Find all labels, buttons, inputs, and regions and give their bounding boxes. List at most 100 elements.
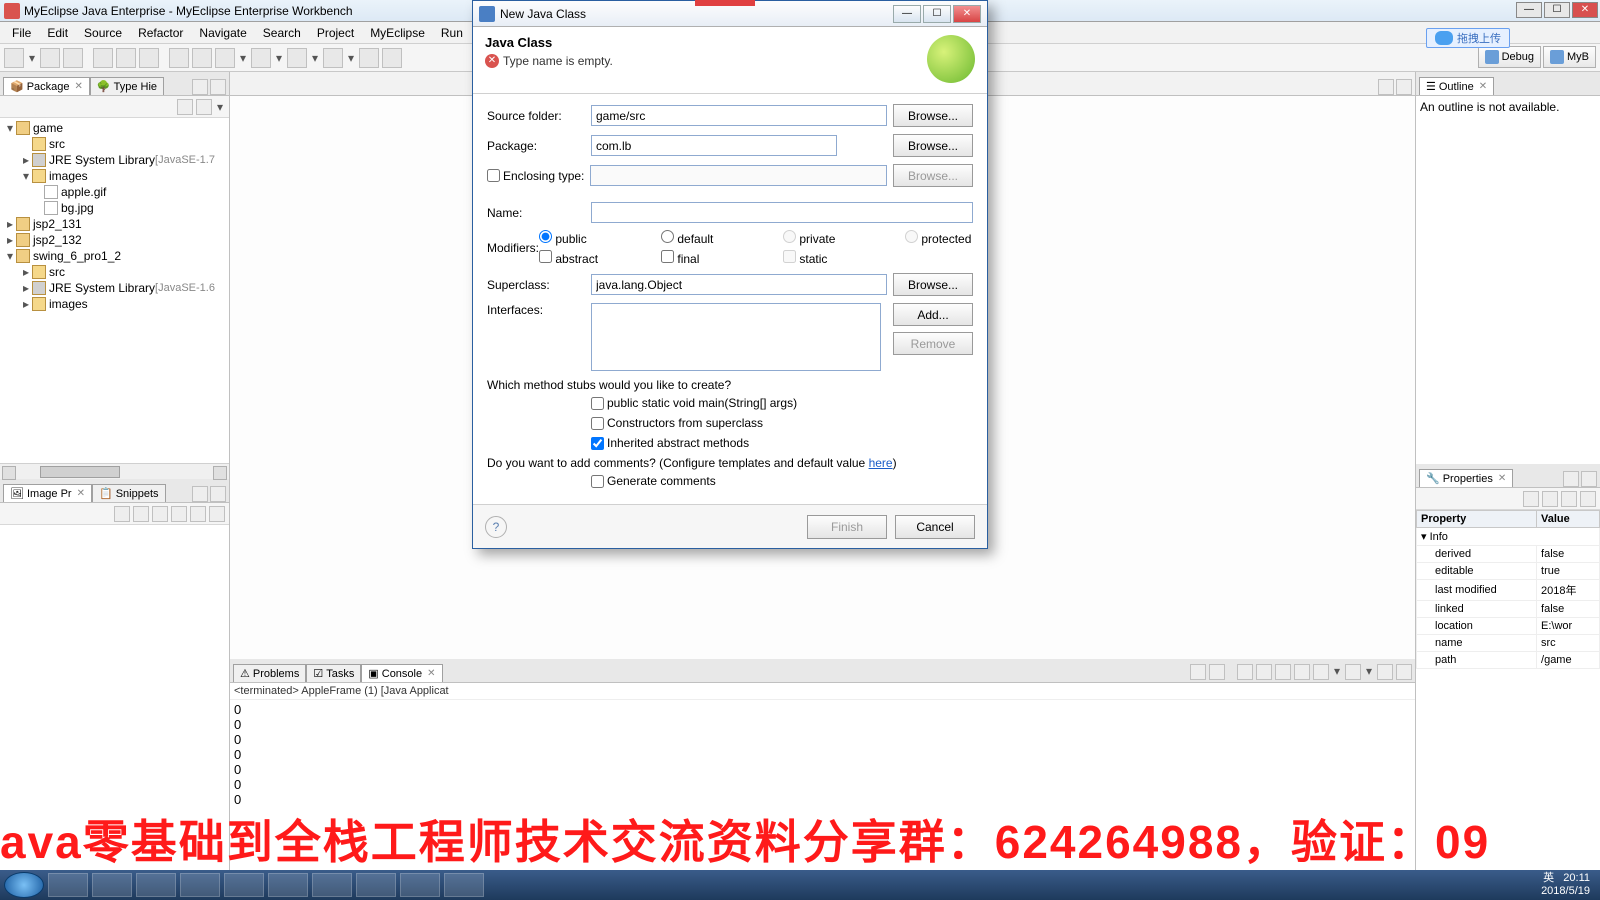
menu-search[interactable]: Search: [255, 26, 309, 40]
view-min-icon[interactable]: [1378, 79, 1394, 95]
tree-item[interactable]: images: [49, 169, 88, 183]
close-icon[interactable]: ✕: [1498, 473, 1506, 484]
zoom-in-icon[interactable]: [171, 506, 187, 522]
remove-launch-icon[interactable]: [1190, 664, 1206, 680]
taskbar-item[interactable]: [48, 873, 88, 897]
checkbox-abstract[interactable]: [539, 250, 552, 263]
close-icon[interactable]: ✕: [75, 81, 83, 92]
toolbar-btn[interactable]: [169, 48, 189, 68]
menu-run[interactable]: Run: [433, 26, 471, 40]
view-max-icon[interactable]: [1396, 79, 1412, 95]
menu-myeclipse[interactable]: MyEclipse: [362, 26, 433, 40]
tool-icon[interactable]: [1523, 491, 1539, 507]
clear-icon[interactable]: [1256, 664, 1272, 680]
toolbar-btn[interactable]: [323, 48, 343, 68]
checkbox-constructors[interactable]: [591, 417, 604, 430]
dropdown-icon[interactable]: ▾: [238, 51, 248, 65]
package-explorer-tree[interactable]: ▾game src ▸JRE System Library [JavaSE-1.…: [0, 118, 229, 463]
tree-item[interactable]: bg.jpg: [61, 201, 94, 215]
dialog-close-button[interactable]: ✕: [953, 5, 981, 23]
taskbar-item[interactable]: [268, 873, 308, 897]
view-min-icon[interactable]: [1563, 471, 1579, 487]
cancel-button[interactable]: Cancel: [895, 515, 975, 539]
checkbox-final[interactable]: [661, 250, 674, 263]
tab-package-explorer[interactable]: 📦Package✕: [3, 77, 90, 95]
tool-icon[interactable]: [114, 506, 130, 522]
scrollbar-h[interactable]: [0, 463, 229, 479]
menu-source[interactable]: Source: [76, 26, 130, 40]
toolbar-btn[interactable]: [359, 48, 379, 68]
tool-icon[interactable]: [190, 506, 206, 522]
tree-item[interactable]: jsp2_131: [33, 217, 82, 231]
taskbar-item[interactable]: [136, 873, 176, 897]
upload-pill[interactable]: 拖拽上传: [1426, 28, 1510, 48]
radio-public[interactable]: [539, 230, 552, 243]
tab-properties[interactable]: 🔧Properties✕: [1419, 469, 1513, 487]
prop-group[interactable]: Info: [1430, 531, 1448, 543]
close-icon[interactable]: ✕: [427, 668, 435, 679]
menu-file[interactable]: File: [4, 26, 39, 40]
menu-refactor[interactable]: Refactor: [130, 26, 191, 40]
tree-item[interactable]: jsp2_132: [33, 233, 82, 247]
input-source-folder[interactable]: [591, 105, 887, 126]
tool-icon[interactable]: [1561, 491, 1577, 507]
tree-item[interactable]: images: [49, 297, 88, 311]
browse-superclass-button[interactable]: Browse...: [893, 273, 973, 296]
toolbar-btn[interactable]: [382, 48, 402, 68]
checkbox-inherited[interactable]: [591, 437, 604, 450]
new-console-icon[interactable]: [1345, 664, 1361, 680]
dropdown-icon[interactable]: ▾: [310, 51, 320, 65]
remove-all-icon[interactable]: [1209, 664, 1225, 680]
dialog-maximize-button[interactable]: ☐: [923, 5, 951, 23]
tray-lang[interactable]: 英: [1543, 872, 1554, 884]
tree-item[interactable]: src: [49, 265, 65, 279]
toolbar-btn[interactable]: [215, 48, 235, 68]
scroll-lock-icon[interactable]: [1237, 664, 1253, 680]
dropdown-icon[interactable]: ▾: [346, 51, 356, 65]
browse-package-button[interactable]: Browse...: [893, 134, 973, 157]
toolbar-btn[interactable]: [251, 48, 271, 68]
tool-icon[interactable]: [209, 506, 225, 522]
taskbar-item[interactable]: [356, 873, 396, 897]
toolbar-btn[interactable]: [93, 48, 113, 68]
close-icon[interactable]: ✕: [1479, 81, 1487, 92]
toolbar-btn[interactable]: [192, 48, 212, 68]
view-menu-icon[interactable]: ▾: [215, 100, 225, 114]
console-output[interactable]: 0 0 0 0 0 0 0: [230, 700, 1415, 870]
start-button[interactable]: [4, 872, 44, 898]
menu-project[interactable]: Project: [309, 26, 362, 40]
view-min-icon[interactable]: [192, 486, 208, 502]
tab-console[interactable]: ▣Console✕: [361, 664, 442, 682]
tree-item[interactable]: JRE System Library: [49, 153, 155, 167]
tab-outline[interactable]: ☰Outline✕: [1419, 77, 1494, 95]
view-min-icon[interactable]: [192, 79, 208, 95]
toolbar-btn[interactable]: [116, 48, 136, 68]
input-superclass[interactable]: [591, 274, 887, 295]
view-max-icon[interactable]: [1581, 471, 1597, 487]
tool-icon[interactable]: [133, 506, 149, 522]
perspective-debug[interactable]: Debug: [1478, 46, 1541, 68]
tree-item[interactable]: game: [33, 121, 63, 135]
col-property[interactable]: Property: [1417, 511, 1537, 528]
close-icon[interactable]: ✕: [77, 488, 85, 499]
taskbar-item[interactable]: [444, 873, 484, 897]
toolbar-saveall-icon[interactable]: [63, 48, 83, 68]
view-max-icon[interactable]: [210, 79, 226, 95]
tab-problems[interactable]: ⚠Problems: [233, 664, 306, 682]
tree-item[interactable]: JRE System Library: [49, 281, 155, 295]
toolbar-save-icon[interactable]: [40, 48, 60, 68]
tree-item[interactable]: swing_6_pro1_2: [33, 249, 121, 263]
dropdown-icon[interactable]: ▾: [27, 51, 37, 65]
taskbar-item[interactable]: [224, 873, 264, 897]
display-icon[interactable]: [1294, 664, 1310, 680]
taskbar-item[interactable]: [312, 873, 352, 897]
toolbar-btn[interactable]: [287, 48, 307, 68]
tree-item[interactable]: src: [49, 137, 65, 151]
pin-icon[interactable]: [1275, 664, 1291, 680]
dropdown-icon[interactable]: ▾: [274, 51, 284, 65]
checkbox-main-method[interactable]: [591, 397, 604, 410]
radio-default[interactable]: [661, 230, 674, 243]
tab-type-hierarchy[interactable]: 🌳Type Hie: [90, 77, 164, 95]
menu-edit[interactable]: Edit: [39, 26, 76, 40]
link-editor-icon[interactable]: [196, 99, 212, 115]
